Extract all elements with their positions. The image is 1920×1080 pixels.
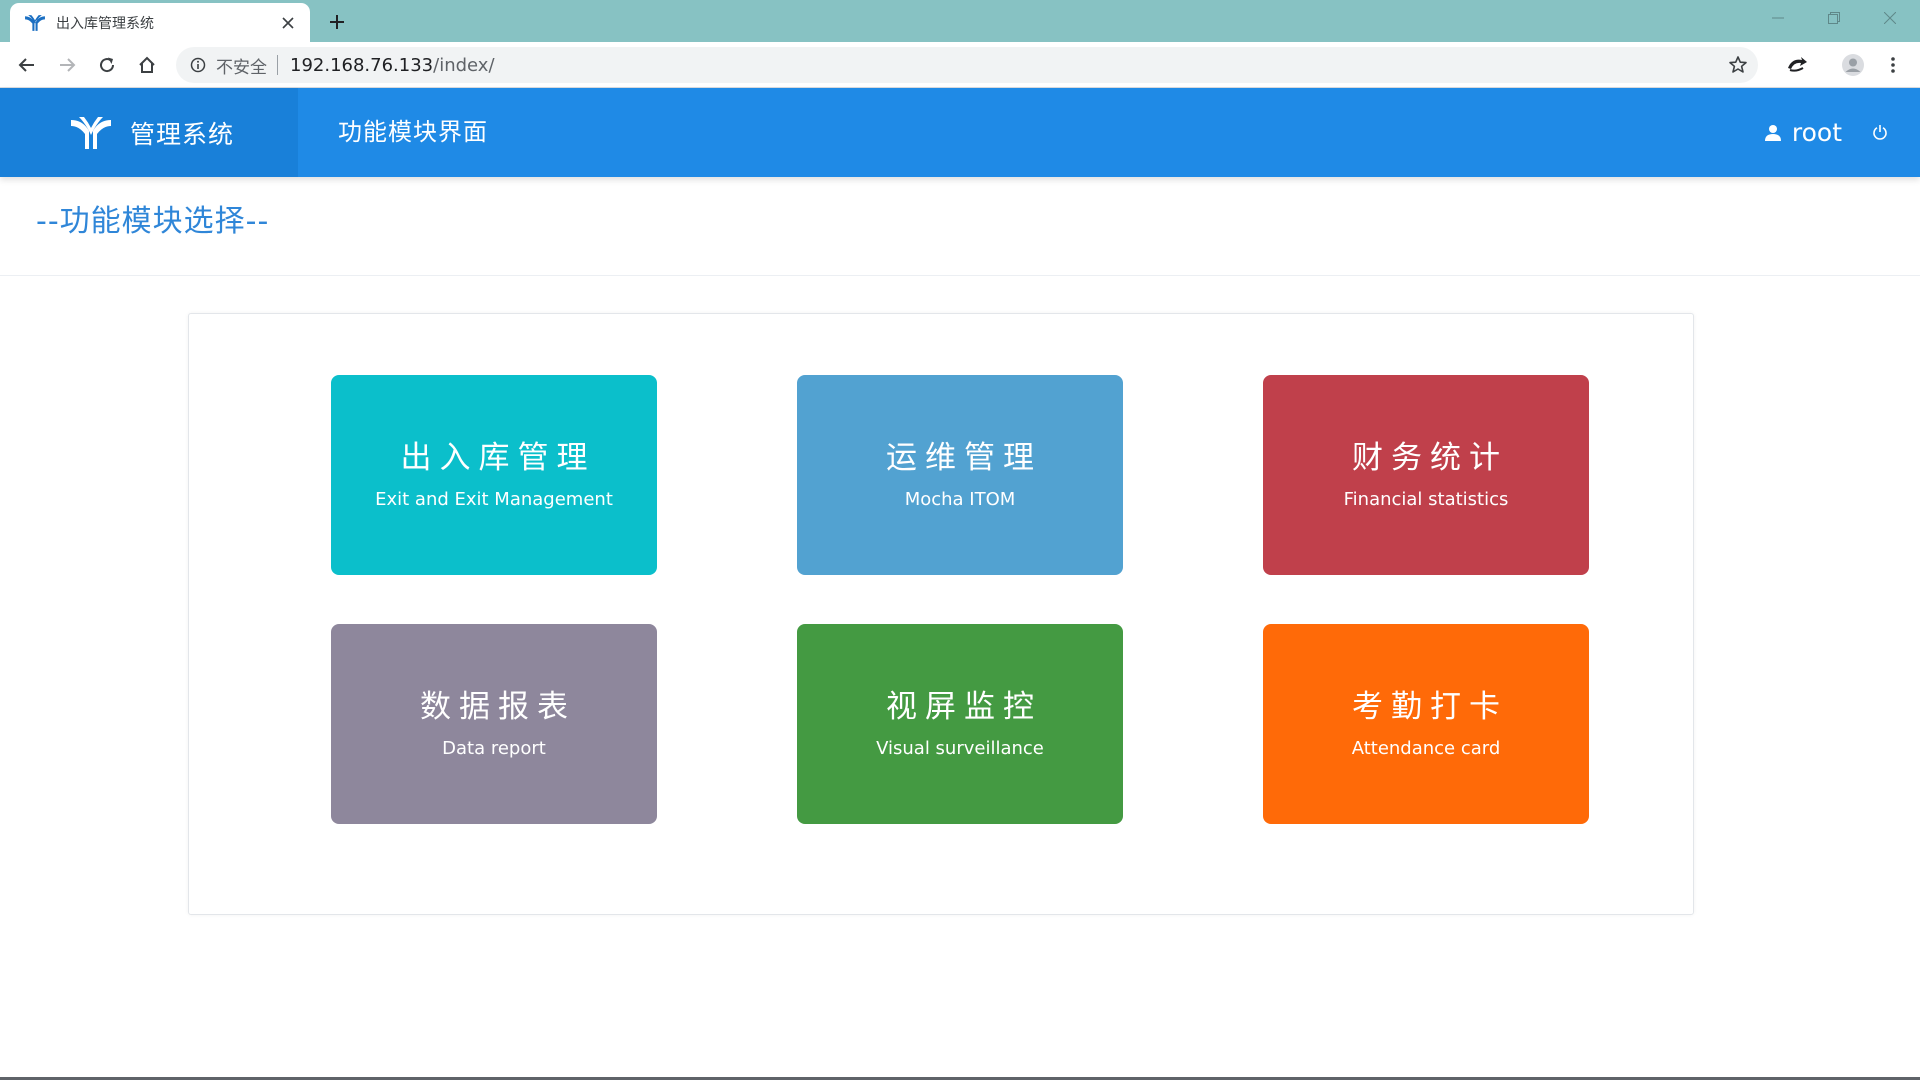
- minimize-icon[interactable]: [1750, 0, 1806, 36]
- brand[interactable]: 管理系统: [0, 88, 298, 177]
- module-subtitle: Mocha ITOM: [904, 489, 1016, 510]
- menu-dots-icon[interactable]: [1878, 50, 1908, 80]
- user-icon: [1764, 123, 1784, 143]
- close-icon[interactable]: [278, 13, 298, 33]
- browser-tab[interactable]: 出入库管理系统: [10, 3, 310, 42]
- module-panel: 出入库管理 Exit and Exit Management 运维管理 Moch…: [188, 313, 1694, 915]
- power-icon[interactable]: [1870, 122, 1890, 142]
- tab-title: 出入库管理系统: [56, 15, 154, 32]
- divider: [0, 275, 1920, 276]
- module-title: 数据报表: [420, 689, 576, 725]
- extension-icon[interactable]: [1782, 50, 1812, 80]
- module-title: 财务统计: [1352, 440, 1508, 476]
- back-arrow-icon[interactable]: [12, 50, 42, 80]
- info-icon[interactable]: [188, 55, 208, 75]
- module-subtitle: Attendance card: [1351, 738, 1501, 759]
- plus-icon[interactable]: [322, 8, 352, 36]
- user-menu[interactable]: root: [1764, 88, 1842, 177]
- module-subtitle: Financial statistics: [1343, 489, 1509, 510]
- browser-toolbar: 不安全 192.168.76.133 /index/: [0, 42, 1920, 88]
- page-heading: 功能模块界面: [338, 118, 488, 146]
- module-title: 出入库管理: [400, 440, 596, 476]
- module-title: 运维管理: [886, 440, 1042, 476]
- logo-icon: [70, 116, 112, 150]
- app-header: 管理系统 功能模块界面 root: [0, 88, 1920, 177]
- brand-name: 管理系统: [130, 119, 235, 149]
- module-card-attendance[interactable]: 考勤打卡 Attendance card: [1263, 624, 1589, 824]
- module-subtitle: Data report: [442, 738, 546, 759]
- logo-icon: [24, 14, 46, 32]
- url-host: 192.168.76.133: [290, 54, 434, 76]
- module-card-inventory[interactable]: 出入库管理 Exit and Exit Management: [331, 375, 657, 575]
- module-card-operations[interactable]: 运维管理 Mocha ITOM: [797, 375, 1123, 575]
- home-icon[interactable]: [132, 50, 162, 80]
- profile-icon[interactable]: [1838, 50, 1868, 80]
- section-title: --功能模块选择--: [36, 204, 270, 239]
- module-title: 视屏监控: [886, 689, 1042, 725]
- star-icon[interactable]: [1726, 53, 1750, 77]
- reload-icon[interactable]: [92, 50, 122, 80]
- address-bar[interactable]: 不安全 192.168.76.133 /index/: [176, 47, 1758, 83]
- module-card-finance[interactable]: 财务统计 Financial statistics: [1263, 375, 1589, 575]
- module-card-reports[interactable]: 数据报表 Data report: [331, 624, 657, 824]
- forward-arrow-icon[interactable]: [52, 50, 82, 80]
- url-path: /index/: [433, 54, 495, 76]
- security-label: 不安全: [216, 57, 267, 78]
- restore-icon[interactable]: [1806, 0, 1862, 36]
- module-title: 考勤打卡: [1352, 689, 1508, 725]
- module-subtitle: Visual surveillance: [876, 738, 1044, 759]
- browser-tab-strip: 出入库管理系统: [0, 0, 1920, 42]
- module-card-surveillance[interactable]: 视屏监控 Visual surveillance: [797, 624, 1123, 824]
- omnibox-separator: [277, 55, 278, 75]
- module-subtitle: Exit and Exit Management: [375, 489, 613, 510]
- window-close-icon[interactable]: [1862, 0, 1918, 36]
- username: root: [1791, 118, 1842, 147]
